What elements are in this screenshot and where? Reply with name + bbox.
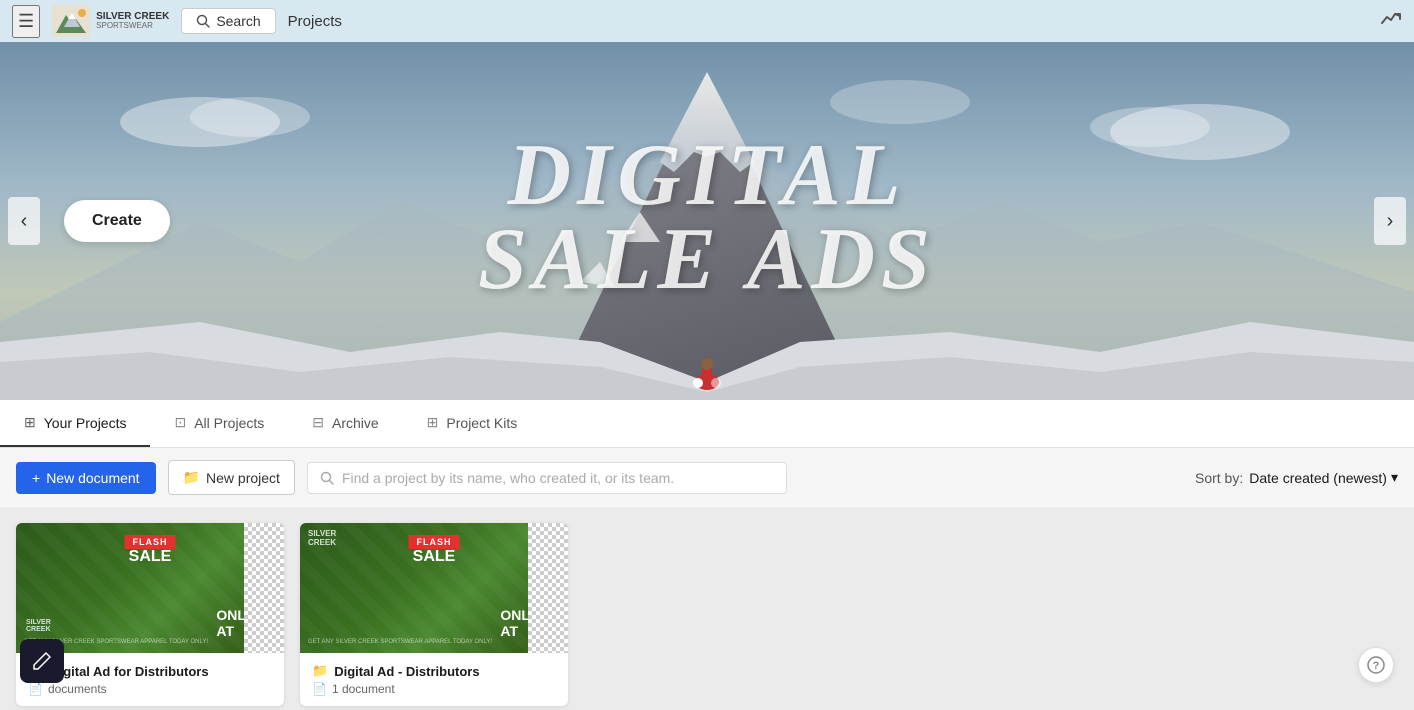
- search-icon: [320, 471, 334, 485]
- hero-mountain: [0, 42, 1414, 400]
- search-button[interactable]: Search: [181, 8, 275, 34]
- project-card[interactable]: FLASH SALE GET ANY SILVER CREEK SPORTSWE…: [300, 523, 568, 706]
- projects-toolbar: + New document 📁 New project Find a proj…: [0, 448, 1414, 507]
- sort-chevron-icon: ▾: [1391, 469, 1398, 486]
- flash-only-text: SILVERCREEK: [26, 619, 51, 633]
- tab-archive-label: Archive: [332, 415, 379, 431]
- tab-all-projects-label: All Projects: [194, 415, 264, 431]
- project-thumbnail: FLASH SALE SILVERCREEK GET ANY SILVER CR…: [16, 523, 284, 653]
- new-project-label: New project: [206, 470, 280, 486]
- sort-current-value: Date created (newest): [1249, 470, 1387, 486]
- hamburger-icon: ☰: [18, 11, 34, 31]
- search-icon: [196, 14, 210, 28]
- search-label: Search: [216, 13, 260, 29]
- hamburger-menu-button[interactable]: ☰: [12, 5, 40, 38]
- tab-project-kits-label: Project Kits: [446, 415, 517, 431]
- sort-label: Sort by:: [1195, 470, 1243, 486]
- nav-right-actions: [1380, 7, 1402, 35]
- new-project-button[interactable]: 📁 New project: [168, 460, 295, 495]
- tab-archive-icon: ⊟: [312, 414, 324, 431]
- help-icon: ?: [1367, 656, 1385, 674]
- new-doc-plus-icon: +: [32, 470, 40, 486]
- tab-project-kits-icon: ⊞: [427, 414, 439, 431]
- analytics-icon: [1380, 7, 1402, 29]
- hero-next-button[interactable]: ›: [1374, 197, 1406, 245]
- tab-all-projects[interactable]: ⊡ All Projects: [150, 400, 288, 447]
- hero-dot-2[interactable]: [711, 378, 721, 388]
- svg-text:?: ?: [1373, 660, 1380, 672]
- sort-area: Sort by: Date created (newest) ▾: [1195, 469, 1398, 486]
- navbar: ☰ SILVER CREEK SPORTSWEAR Search Project…: [0, 0, 1414, 42]
- hero-prev-button[interactable]: ‹: [8, 197, 40, 245]
- projects-breadcrumb: Projects: [288, 13, 342, 30]
- tab-your-projects-label: Your Projects: [44, 415, 127, 431]
- edit-icon: [32, 651, 52, 671]
- hero-carousel-dots: [693, 378, 721, 388]
- logo-icon: [52, 5, 90, 37]
- help-button[interactable]: ?: [1358, 647, 1394, 683]
- sort-value-button[interactable]: Date created (newest) ▾: [1249, 469, 1398, 486]
- project-name: 📁 Digital Ad - Distributors: [312, 663, 556, 679]
- project-search-placeholder: Find a project by its name, who created …: [342, 470, 674, 486]
- project-info: 📁 Digital Ad - Distributors 📄 1 document: [300, 653, 568, 706]
- folder-icon: 📁: [183, 469, 200, 486]
- new-doc-label: New document: [46, 470, 139, 486]
- create-button[interactable]: Create: [64, 200, 170, 242]
- tab-your-projects-icon: ⊞: [24, 414, 36, 431]
- project-doc-count: 📄 1 document: [312, 682, 556, 696]
- tabs-bar: ⊞ Your Projects ⊡ All Projects ⊟ Archive…: [0, 400, 1414, 448]
- doc-icon: 📄: [28, 682, 43, 696]
- tab-archive[interactable]: ⊟ Archive: [288, 400, 402, 447]
- hero-banner: DIGITAL SALE ADS Create ‹ ›: [0, 42, 1414, 400]
- doc-icon: 📄: [312, 682, 327, 696]
- projects-grid: FLASH SALE SILVERCREEK GET ANY SILVER CR…: [0, 507, 1414, 710]
- analytics-button[interactable]: [1380, 7, 1402, 35]
- hero-dot-1[interactable]: [693, 378, 703, 388]
- edit-fab-button[interactable]: [20, 639, 64, 683]
- tab-project-kits[interactable]: ⊞ Project Kits: [403, 400, 542, 447]
- project-search-field[interactable]: Find a project by its name, who created …: [307, 462, 787, 494]
- project-thumbnail: FLASH SALE GET ANY SILVER CREEK SPORTSWE…: [300, 523, 568, 653]
- tab-all-projects-icon: ⊡: [174, 414, 186, 431]
- tab-your-projects[interactable]: ⊞ Your Projects: [0, 400, 150, 447]
- project-name: 📁 Digital Ad for Distributors: [28, 663, 272, 679]
- logo-text: SILVER CREEK SPORTSWEAR: [96, 11, 169, 31]
- project-folder-icon: 📁: [312, 663, 328, 679]
- logo[interactable]: SILVER CREEK SPORTSWEAR: [52, 5, 169, 37]
- project-doc-count: 📄 documents: [28, 682, 272, 696]
- new-document-button[interactable]: + New document: [16, 462, 156, 494]
